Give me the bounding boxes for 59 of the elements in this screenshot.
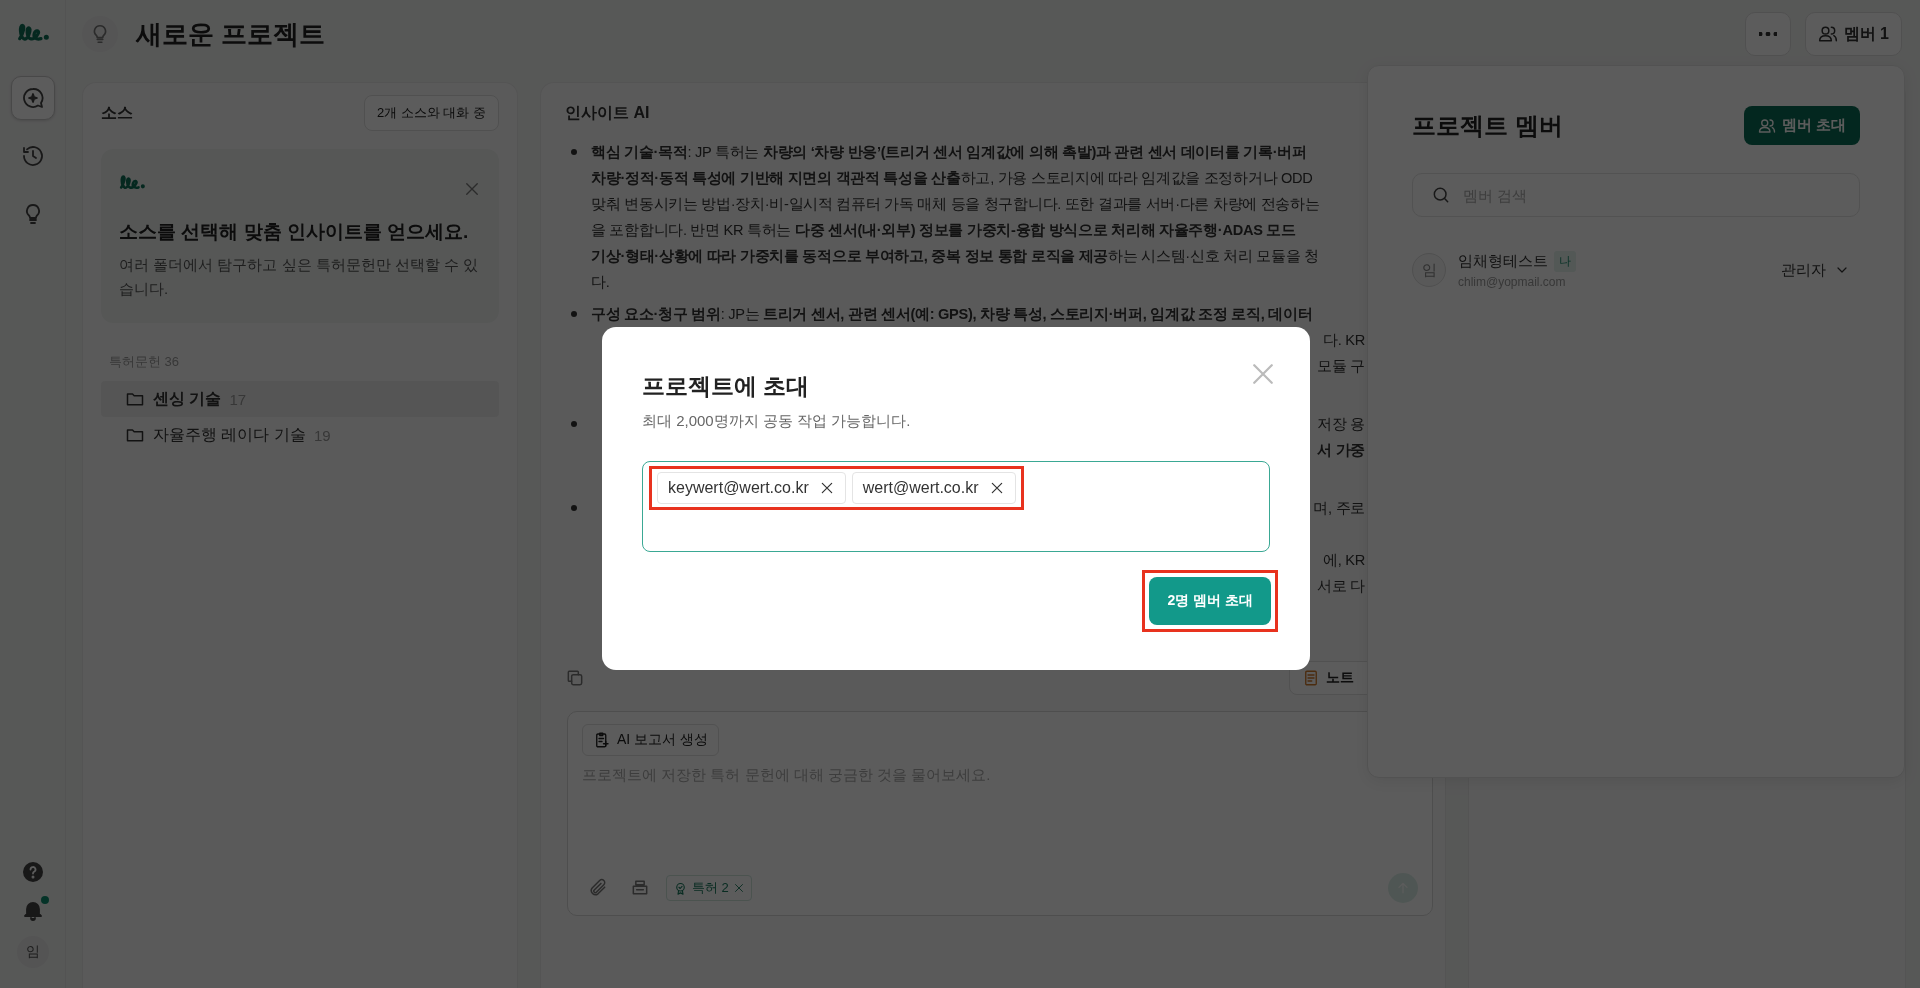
answer-text: 맞춰 변동시키는 방법·장치·비-일시적 컴퓨터 가독 매체 등을 청구합니다. 또한 결과를 서버·다른 차량에 전송하는	[591, 195, 1320, 214]
answer-text: 기상·형태·상황에 따라 가중치를 동적으로 부여하고, 중복 정보 통합 로직을 제공하는 시스템·신호 처리 모듈을 청	[591, 247, 1319, 266]
email-input-field[interactable]: keywert@wert.co.kr wert@wert.co.kr	[642, 461, 1270, 552]
panel-title: 소스	[101, 102, 133, 123]
notice-title: 소스를 선택해 맞춤 인사이트를 얻으세요.	[119, 220, 470, 244]
attach-button[interactable]	[588, 878, 608, 898]
folder-name: 센싱 기술	[153, 388, 222, 409]
answer-text: 모듈 구	[1317, 357, 1365, 376]
users-icon	[1817, 24, 1838, 44]
answer-text: 을 포함합니다. 반면 KR 특허는 다중 센서(내·외부) 정보를 가중치-융합 방식으로 처리해 자율주행·ADAS 모드	[591, 221, 1296, 240]
email-address: keywert@wert.co.kr	[668, 479, 809, 497]
tray-icon	[630, 878, 650, 898]
users-icon	[1757, 116, 1776, 135]
email-address: wert@wert.co.kr	[862, 479, 979, 497]
copy-button[interactable]	[565, 668, 585, 688]
nav-button[interactable]	[10, 76, 55, 120]
patent-tag[interactable]: 특허 2	[666, 875, 752, 901]
answer-text: 핵심 기술·목적: JP 특허는 차량의 ‘차량 반응’(트리거 센서 임계값에 의해 촉발)과 관련 센서 데이터를 기록·버퍼	[591, 143, 1307, 162]
notice-text: 여러 폴더에서 탐구하고 싶은 특허문헌만 선택할 수 있습니다.	[119, 255, 480, 299]
more-icon	[1758, 32, 1777, 36]
answer-text: 며, 주로	[1313, 499, 1365, 518]
dialog-title: 프로젝트에 초대	[642, 372, 810, 401]
members-button[interactable]: 멤버 1	[1804, 12, 1902, 56]
answer-text: 서 가중	[1317, 441, 1365, 460]
chat-sparkle-icon	[20, 86, 45, 110]
answer-text: 에, KR	[1323, 551, 1365, 570]
copy-icon	[565, 668, 585, 688]
email-chip[interactable]: keywert@wert.co.kr	[657, 472, 846, 504]
answer-text: 서로 다	[1317, 577, 1365, 596]
dialog-subtitle: 최대 2,000명까지 공동 작업 가능합니다.	[642, 412, 912, 431]
answer-text: 다.	[591, 273, 610, 292]
project-title: 새로운 프로젝트	[136, 17, 326, 51]
help-icon	[20, 860, 45, 884]
answer-text: 차량·정적·동적 특성에 기반해 지면의 객관적 특성을 산출하고, 가용 스토리지에 따라 임계값을 조정하거나 ODD	[591, 169, 1313, 188]
badge-icon	[673, 880, 688, 896]
me-badge: 나	[1554, 251, 1576, 272]
close-button[interactable]	[463, 180, 481, 198]
chat-sources-button[interactable]: 2개 소스와 대화 중	[363, 95, 499, 131]
close-icon	[463, 180, 481, 198]
member-name: 임채형테스트	[1458, 252, 1548, 271]
email-chip[interactable]: wert@wert.co.kr	[851, 472, 1016, 504]
note-icon	[1302, 669, 1320, 687]
close-icon	[732, 882, 745, 894]
report-icon	[593, 731, 611, 749]
more-button[interactable]	[1744, 12, 1791, 56]
panel-title: 인사이트 AI	[565, 102, 650, 123]
report-button[interactable]: AI 보고서 생성	[582, 724, 719, 756]
answer-text: 구성 요소·청구 범위: JP는 트리거 센서, 관련 센서(예: GPS), 차량 특성, 스토리지·버퍼, 임계값 조정 로직, 데이터	[591, 305, 1313, 324]
answer-text: 다. KR	[1323, 331, 1365, 350]
search-icon	[1431, 185, 1451, 205]
answer-text: 저장 용	[1317, 415, 1365, 434]
history-icon	[20, 144, 45, 168]
paperclip-icon	[588, 878, 608, 898]
folder-name: 자율주행 레이다 기술	[153, 424, 306, 445]
role-dropdown[interactable]: 관리자	[1781, 260, 1850, 280]
tray-button[interactable]	[630, 878, 650, 898]
invite-submit-button[interactable]: 2명 멤버 초대	[1149, 577, 1271, 625]
popover-title: 프로젝트 멤버	[1412, 110, 1563, 141]
invite-members-button[interactable]: 멤버 초대	[1743, 106, 1860, 145]
